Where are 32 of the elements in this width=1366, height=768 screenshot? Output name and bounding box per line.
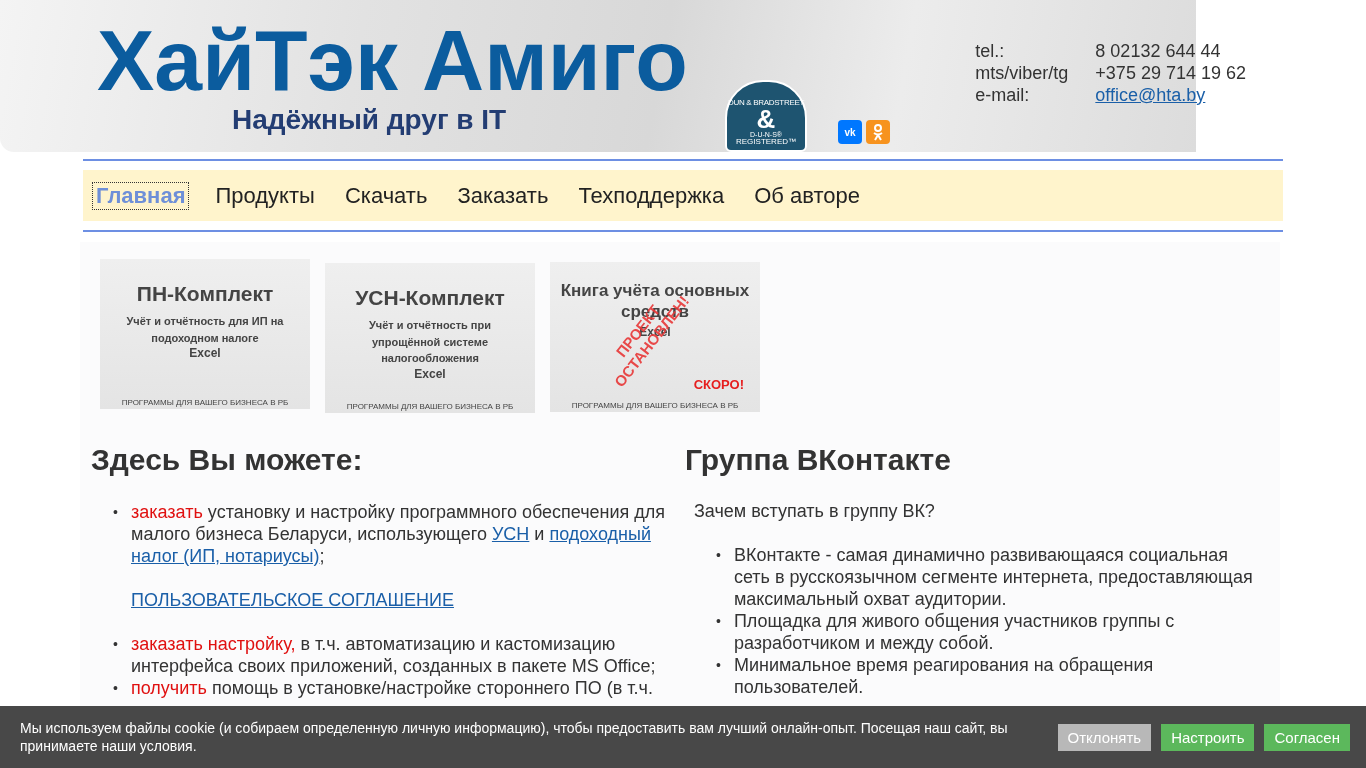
product-banner[interactable]: УСН-Комплект Учёт и отчётность при упрощённой системе налогообложения Excel ПРОГРАММЫ ДЛЯ ВАШЕГО БИЗНЕСА В РБ [325,263,535,413]
list-text: получить помощь в установке/настройке стороннего ПО (в т.ч. [131,678,653,698]
product-banner[interactable]: ПН-Комплект Учёт и отчётность для ИП на подоходном налоге Excel ПРОГРАММЫ ДЛЯ ВАШЕГО БИЗНЕСА В РБ [100,259,310,409]
contact-label: e-mail: [975,84,1031,106]
list-text: Площадка для живого общения участников группы с разработчиком и между собой. [733,611,1175,653]
bullet: • [715,546,721,565]
intro-text: Зачем вступать в группу ВК? [693,501,936,522]
list-text: заказать установку и настройку программного обеспечения для малого бизнеса Беларуси, использующего УСН и подоходный налог (ИП, нотариусы); [131,502,666,566]
contact-label: tel.: [975,40,1006,62]
list-text: Минимальное время реагирования на обращения пользователей. [733,655,1154,697]
ok-logo-icon[interactable] [866,120,890,144]
nav-link[interactable]: Техподдержка [575,182,728,209]
bullet: • [113,679,118,698]
list-text: ВКонтакте - самая динамично развивающаяся социальная сеть в русскоязычном сегменте интернета, предоставляющая максимальный охват аудитории. [733,545,1253,609]
contact-label: mts/viber/tg [975,62,1070,84]
section-heading: Здесь Вы можете: [91,443,364,477]
nav-link[interactable]: Продукты [212,182,318,209]
bullet: • [715,612,721,631]
cookie-text: Мы используем файлы cookie (и собираем определенную личную информацию), чтобы предоставить вам лучший онлайн-опыт. Посещая наш сайт, вы принимаете наши условия. [20,719,1009,755]
contact-value: 8 02132 644 44 [1095,41,1221,61]
nav-link[interactable]: Об авторе [751,182,864,209]
vk-logo-icon[interactable]: vk [838,120,862,144]
contact-value: +375 29 714 19 62 [1095,63,1246,83]
nav-link[interactable]: Заказать [454,182,552,209]
list-text: заказать настройку, в т.ч. автоматизацию и кастомизацию интерфейса своих приложений, созданных в пакете MS Office; [131,634,656,676]
bullet: • [113,635,118,654]
bullet: • [113,503,118,522]
agreement-link[interactable]: ПОЛЬЗОВАТЕЛЬСКОЕ СОГЛАШЕНИЕ [131,589,454,611]
nav-link[interactable]: Скачать [341,182,431,209]
email-link[interactable]: office@hta.by [1095,85,1206,105]
section-heading: Группа ВКонтакте [684,443,952,477]
bullet: • [715,656,721,675]
